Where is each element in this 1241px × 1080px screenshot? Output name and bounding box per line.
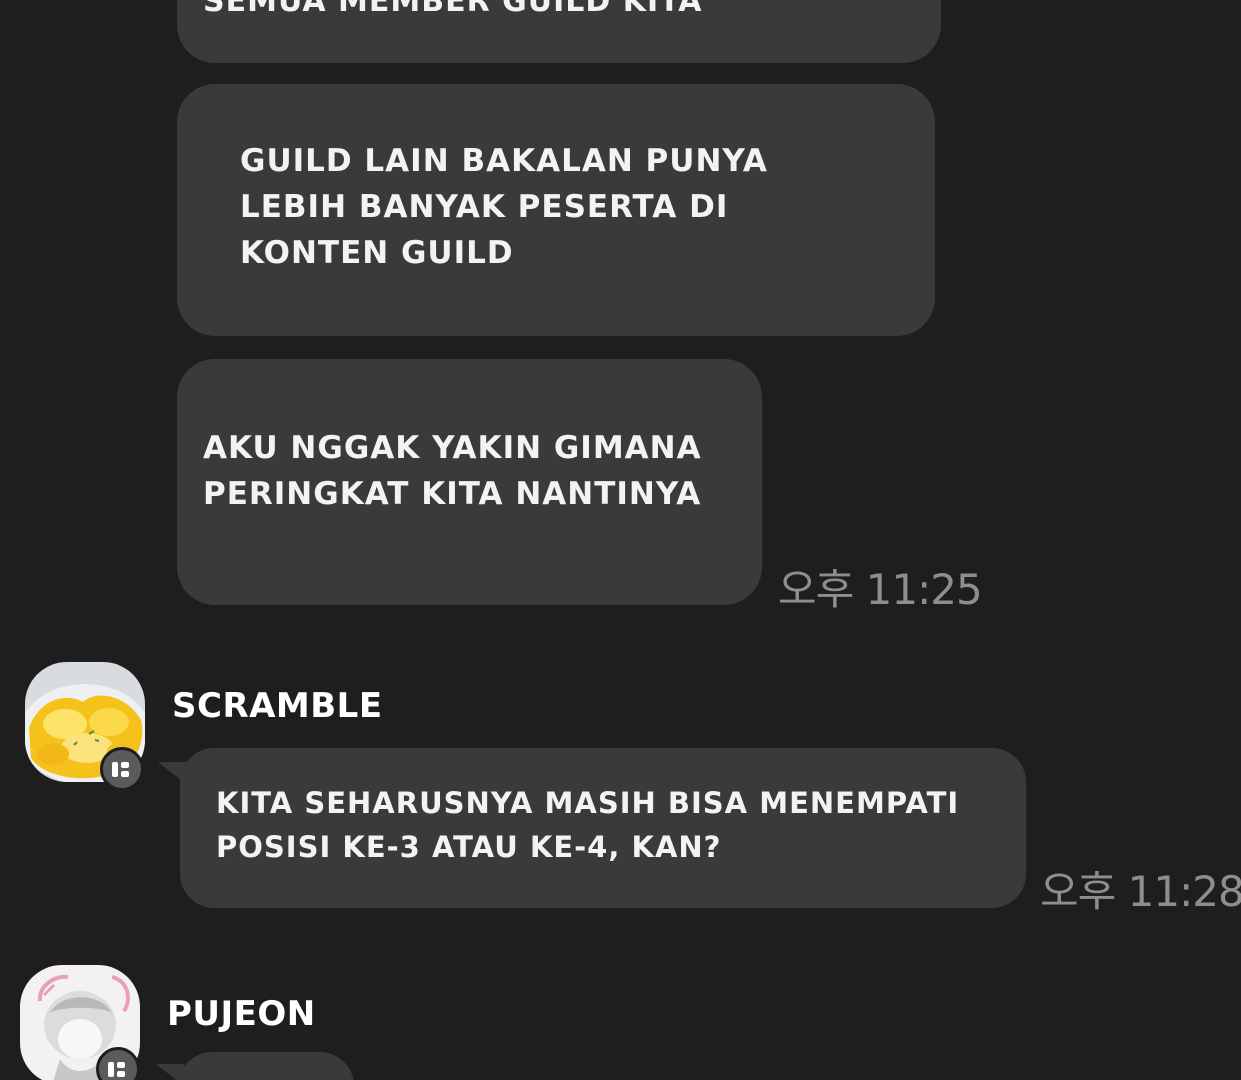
message-bubble[interactable]: KITA SEHARUSNYA MASIH BISA MENEMPATI POS… [180,748,1026,908]
message-text: AKU NGGAK YAKIN GIMANA PERINGKAT KITA NA… [203,430,702,512]
message-bubble[interactable]: SEMUA MEMBER GUILD KITA [177,0,941,63]
message-bubble[interactable] [178,1052,354,1080]
message-bubble[interactable]: GUILD LAIN BAKALAN PUNYA LEBIH BANYAK PE… [177,84,935,336]
sender-name: PUJEON [167,994,316,1034]
message-text: KITA SEHARUSNYA MASIH BISA MENEMPATI POS… [216,786,960,864]
message-timestamp: 오후 11:28 [1040,867,1241,916]
badge-icon [100,747,144,791]
chat-area[interactable]: SEMUA MEMBER GUILD KITA GUILD LAIN BAKAL… [0,0,1241,1080]
message-text: GUILD LAIN BAKALAN PUNYA LEBIH BANYAK PE… [240,143,768,271]
sender-name: SCRAMBLE [172,686,383,726]
message-bubble[interactable]: AKU NGGAK YAKIN GIMANA PERINGKAT KITA NA… [177,359,762,605]
message-text: SEMUA MEMBER GUILD KITA [203,0,703,19]
message-timestamp: 오후 11:25 [778,565,983,614]
